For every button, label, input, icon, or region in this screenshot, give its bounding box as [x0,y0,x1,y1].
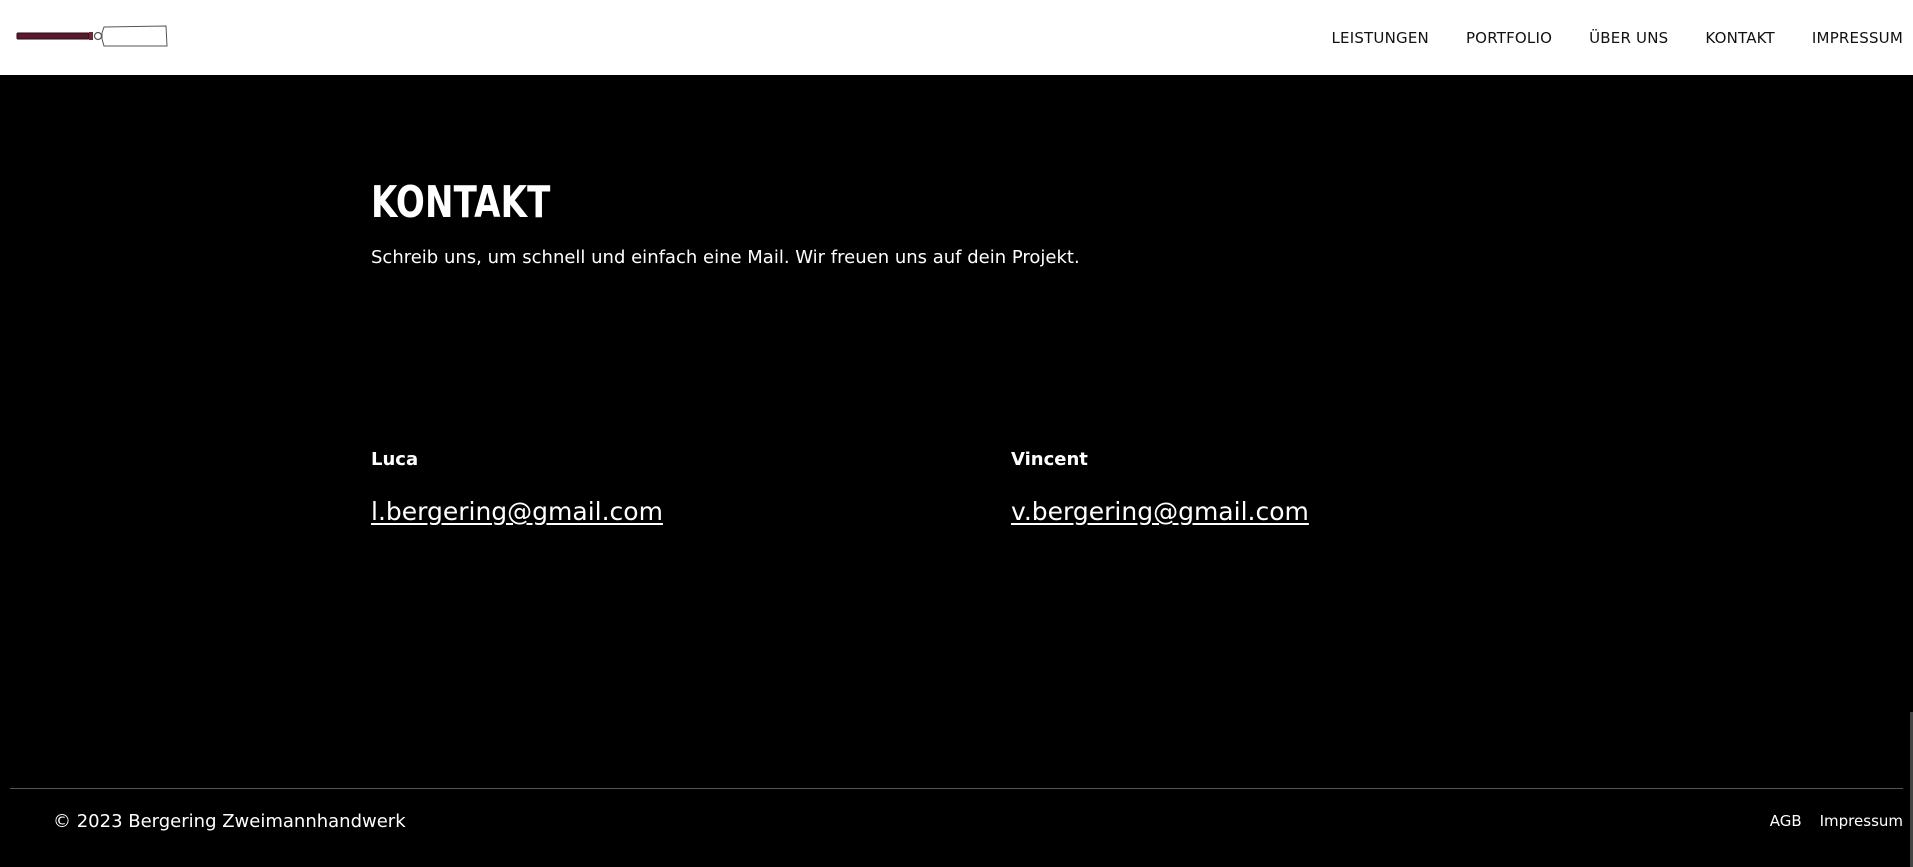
contact-name: Luca [371,449,419,470]
contact-section: KONTAKT Schreib uns, um schnell und einf… [0,75,1913,787]
footer-copyright: © 2023 Bergering Zweimannhandwerk [53,811,406,832]
nav-kontakt[interactable]: KONTAKT [1705,29,1775,47]
footer-link-impressum[interactable]: Impressum [1820,812,1903,830]
contact-card-luca: Luca l.bergering@gmail.com [371,449,931,526]
nav-portfolio[interactable]: PORTFOLIO [1466,29,1552,47]
chisel-logo[interactable] [16,24,168,50]
nav-leistungen[interactable]: LEISTUNGEN [1331,29,1428,47]
contact-email-link[interactable]: v.bergering@gmail.com [1011,497,1309,526]
contact-email-link[interactable]: l.bergering@gmail.com [371,497,663,526]
footer-link-agb[interactable]: AGB [1770,812,1802,830]
nav-impressum[interactable]: IMPRESSUM [1812,29,1903,47]
page-subtitle: Schreib uns, um schnell und einfach eine… [371,247,1080,268]
footer-divider [10,788,1903,789]
contact-name: Vincent [1011,449,1088,470]
footer-links: AGB Impressum [1752,812,1903,830]
main-nav: LEISTUNGEN PORTFOLIO ÜBER UNS KONTAKT IM… [1294,0,1903,75]
nav-ueber-uns[interactable]: ÜBER UNS [1589,29,1668,47]
page-title: KONTAKT [371,177,551,228]
contact-card-vincent: Vincent v.bergering@gmail.com [1011,449,1571,526]
site-header: LEISTUNGEN PORTFOLIO ÜBER UNS KONTAKT IM… [0,0,1913,75]
